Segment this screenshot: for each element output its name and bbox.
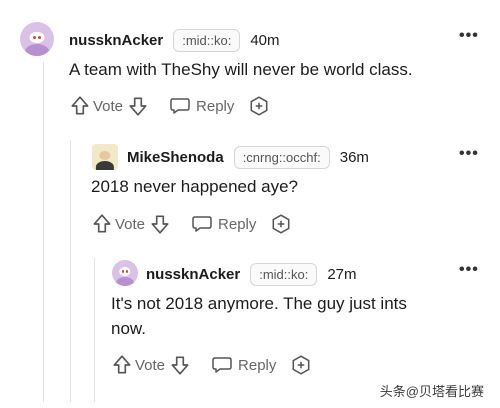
reply-icon [192,216,212,232]
timestamp[interactable]: 27m [327,266,356,283]
timestamp[interactable]: 36m [340,149,369,166]
comment-text-line: It's not 2018 anymore. The guy just ints [111,294,407,313]
user-flair: :cnrng::occhf: [233,146,330,169]
comment-text-line: now. [111,319,146,338]
upvote-icon [93,214,111,233]
username[interactable]: nussknAcker [69,32,163,49]
award-icon [250,96,268,116]
comment-1: nussknAcker :mid::ko: 40m ••• A team wit… [0,0,500,130]
award-button[interactable] [290,354,312,376]
username[interactable]: MikeShenoda [127,149,224,166]
upvote-button[interactable] [69,95,91,117]
vote-label: Vote [115,215,146,233]
avatar[interactable] [112,260,138,286]
award-button[interactable] [270,213,292,235]
user-flair: :mid::ko: [250,263,318,286]
reply-label: Reply [196,97,235,115]
comment-2: MikeShenoda :cnrng::occhf: 36m ••• 2018 … [0,130,500,248]
avatar[interactable] [20,22,54,56]
reply-icon [212,357,232,373]
username[interactable]: nussknAcker [146,266,240,283]
upvote-button[interactable] [111,354,133,376]
comment-text: A team with TheShy will never be world c… [69,60,413,79]
comment-actions: Vote Reply [91,213,292,235]
comment-meta: nussknAcker :mid::ko: 27m [146,263,357,286]
downvote-icon [171,356,189,375]
vote-label: Vote [135,356,166,374]
more-icon[interactable]: ••• [459,261,479,279]
reply-button[interactable]: Reply [169,96,234,116]
upvote-icon [71,96,89,115]
award-button[interactable] [248,95,270,117]
reply-button[interactable]: Reply [211,355,276,375]
downvote-button[interactable] [169,354,191,376]
reply-icon [170,98,190,114]
downvote-icon [151,215,169,234]
reply-button[interactable]: Reply [191,214,256,234]
award-icon [292,355,310,375]
downvote-icon [129,97,147,116]
downvote-button[interactable] [127,95,149,117]
vote-label: Vote [93,97,124,115]
comment-meta: nussknAcker :mid::ko: 40m [69,29,280,52]
comment-text: 2018 never happened aye? [91,177,299,196]
comment-actions: Vote Reply [69,95,270,117]
reply-label: Reply [238,356,277,374]
award-icon [272,214,290,234]
comment-text: It's not 2018 anymore. The guy just ints… [111,291,407,341]
user-flair: :mid::ko: [173,29,241,52]
watermark: 头条@贝塔看比赛 [379,384,484,399]
more-icon[interactable]: ••• [459,27,479,45]
comment-actions: Vote Reply [111,354,312,376]
upvote-button[interactable] [91,213,113,235]
comment-meta: MikeShenoda :cnrng::occhf: 36m [127,146,369,169]
downvote-button[interactable] [149,213,171,235]
upvote-icon [113,355,131,374]
more-icon[interactable]: ••• [459,145,479,163]
timestamp[interactable]: 40m [250,32,279,49]
reply-label: Reply [218,215,257,233]
avatar[interactable] [92,144,118,170]
